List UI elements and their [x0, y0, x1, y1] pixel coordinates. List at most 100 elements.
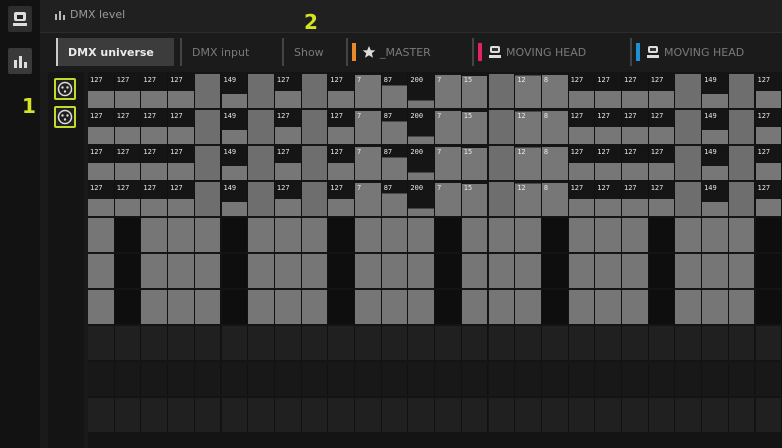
dmx-channel-cell[interactable]: 127	[88, 74, 115, 108]
dmx-channel-cell[interactable]: 127	[595, 182, 622, 216]
dmx-channel-cell[interactable]: 127	[141, 110, 169, 144]
dmx-channel-cell[interactable]	[248, 326, 275, 360]
dmx-channel-cell[interactable]: 127	[622, 74, 649, 108]
dmx-channel-cell[interactable]	[488, 254, 516, 288]
dmx-channel-cell[interactable]	[355, 362, 382, 396]
dmx-channel-cell[interactable]	[141, 326, 169, 360]
dmx-channel-cell[interactable]	[515, 290, 542, 324]
dmx-channel-cell[interactable]	[274, 290, 302, 324]
dmx-channel-cell[interactable]	[488, 398, 516, 432]
dmx-channel-cell[interactable]	[355, 290, 382, 324]
dmx-channel-cell[interactable]	[595, 254, 622, 288]
dmx-channel-cell[interactable]: 127	[88, 182, 115, 216]
dmx-channel-cell[interactable]: 127	[328, 110, 355, 144]
dmx-channel-cell[interactable]: 149	[702, 182, 729, 216]
dmx-channel-cell[interactable]	[435, 326, 462, 360]
dmx-channel-cell[interactable]	[648, 326, 676, 360]
dmx-channel-cell[interactable]	[194, 290, 222, 324]
dmx-channel-cell[interactable]	[248, 110, 275, 144]
dmx-channel-cell[interactable]	[622, 218, 649, 252]
dmx-channel-cell[interactable]	[488, 146, 516, 180]
dmx-channel-cell[interactable]	[114, 398, 142, 432]
dmx-channel-cell[interactable]	[702, 362, 729, 396]
dmx-channel-cell[interactable]	[221, 218, 249, 252]
dmx-channel-cell[interactable]	[381, 326, 409, 360]
dmx-channel-cell[interactable]: 127	[595, 146, 622, 180]
dmx-channel-cell[interactable]	[194, 74, 222, 108]
dmx-channel-cell[interactable]: 127	[114, 110, 142, 144]
dmx-channel-cell[interactable]	[141, 218, 169, 252]
dmx-channel-cell[interactable]	[622, 254, 649, 288]
dmx-channel-cell[interactable]: 7	[355, 74, 382, 108]
dmx-channel-cell[interactable]: 127	[328, 182, 355, 216]
dmx-channel-cell[interactable]	[408, 218, 436, 252]
moving-head-icon[interactable]	[8, 6, 32, 32]
dmx-channel-cell[interactable]: 15	[461, 110, 489, 144]
dmx-channel-cell[interactable]	[435, 362, 462, 396]
dmx-channel-cell[interactable]	[194, 254, 222, 288]
dmx-channel-cell[interactable]: 200	[408, 74, 436, 108]
dmx-channel-cell[interactable]: 15	[461, 146, 489, 180]
dmx-channel-cell[interactable]	[675, 218, 703, 252]
dmx-channel-cell[interactable]	[461, 254, 489, 288]
dmx-channel-cell[interactable]: 87	[381, 182, 409, 216]
dmx-channel-cell[interactable]	[408, 290, 436, 324]
dmx-channel-cell[interactable]	[622, 398, 649, 432]
dmx-channel-cell[interactable]: 127	[648, 146, 676, 180]
dmx-channel-cell[interactable]	[168, 398, 195, 432]
dmx-channel-cell[interactable]	[568, 326, 596, 360]
dmx-channel-cell[interactable]	[728, 74, 756, 108]
dmx-channel-cell[interactable]	[248, 254, 275, 288]
dmx-channel-cell[interactable]	[702, 218, 729, 252]
dmx-channel-cell[interactable]	[355, 254, 382, 288]
dmx-channel-cell[interactable]	[168, 326, 195, 360]
dmx-channel-cell[interactable]: 127	[648, 110, 676, 144]
dmx-channel-cell[interactable]	[461, 362, 489, 396]
dmx-channel-cell[interactable]: 8	[541, 110, 569, 144]
dmx-channel-cell[interactable]	[88, 254, 115, 288]
dmx-channel-cell[interactable]	[675, 326, 703, 360]
dmx-channel-cell[interactable]: 149	[221, 146, 249, 180]
dmx-channel-cell[interactable]	[461, 398, 489, 432]
dmx-channel-cell[interactable]	[274, 398, 302, 432]
dmx-channel-cell[interactable]: 127	[328, 74, 355, 108]
dmx-channel-cell[interactable]	[595, 398, 622, 432]
dmx-channel-cell[interactable]	[541, 290, 569, 324]
dmx-channel-cell[interactable]	[488, 290, 516, 324]
dmx-channel-cell[interactable]	[648, 290, 676, 324]
dmx-channel-cell[interactable]	[541, 362, 569, 396]
dmx-channel-cell[interactable]: 7	[435, 110, 462, 144]
dmx-channel-cell[interactable]	[675, 362, 703, 396]
dmx-channel-cell[interactable]: 127	[88, 110, 115, 144]
dmx-channel-cell[interactable]	[274, 254, 302, 288]
dmx-channel-cell[interactable]: 15	[461, 74, 489, 108]
dmx-channel-cell[interactable]	[408, 326, 436, 360]
dmx-channel-cell[interactable]: 127	[568, 110, 596, 144]
dmx-channel-cell[interactable]	[702, 326, 729, 360]
dmx-channel-cell[interactable]	[248, 218, 275, 252]
dmx-channel-cell[interactable]: 127	[568, 74, 596, 108]
dmx-level-icon[interactable]	[8, 48, 32, 74]
dmx-channel-cell[interactable]	[595, 362, 622, 396]
dmx-channel-cell[interactable]: 127	[755, 110, 782, 144]
dmx-channel-cell[interactable]: 7	[435, 146, 462, 180]
dmx-channel-cell[interactable]: 7	[355, 146, 382, 180]
dmx-channel-cell[interactable]: 127	[648, 74, 676, 108]
dmx-channel-cell[interactable]	[328, 326, 355, 360]
dmx-channel-cell[interactable]	[114, 326, 142, 360]
dmx-channel-cell[interactable]	[622, 290, 649, 324]
dmx-channel-cell[interactable]: 127	[595, 110, 622, 144]
dmx-channel-cell[interactable]	[622, 326, 649, 360]
dmx-channel-cell[interactable]	[568, 290, 596, 324]
dmx-channel-cell[interactable]: 127	[648, 182, 676, 216]
dmx-channel-cell[interactable]	[114, 290, 142, 324]
dmx-channel-cell[interactable]	[328, 290, 355, 324]
dmx-channel-cell[interactable]	[114, 254, 142, 288]
dmx-channel-cell[interactable]: 127	[168, 182, 195, 216]
dmx-channel-cell[interactable]	[488, 182, 516, 216]
dmx-channel-cell[interactable]	[515, 218, 542, 252]
dmx-channel-cell[interactable]	[488, 326, 516, 360]
dmx-channel-cell[interactable]	[355, 398, 382, 432]
dmx-channel-cell[interactable]	[194, 146, 222, 180]
dmx-channel-cell[interactable]	[408, 398, 436, 432]
